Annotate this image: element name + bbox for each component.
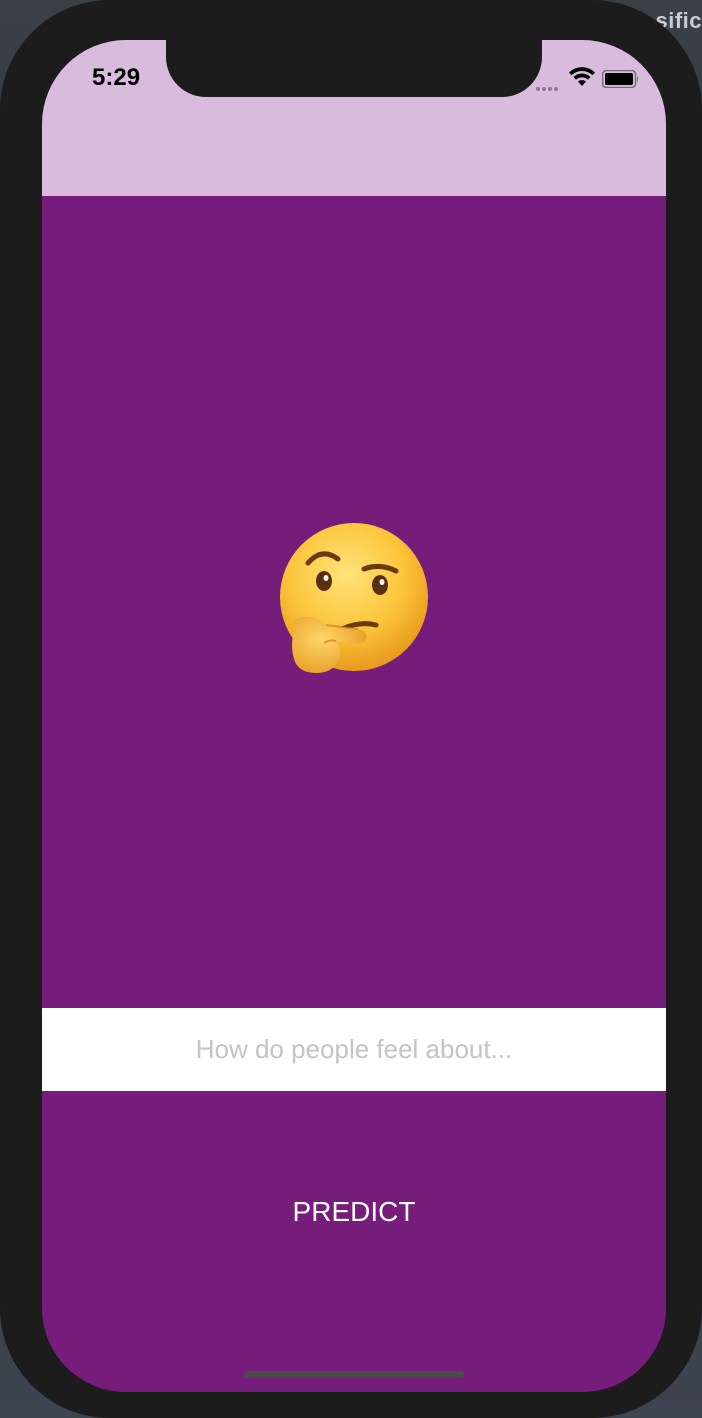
thinking-face-icon: [280, 523, 428, 673]
device-notch: [166, 40, 542, 97]
predict-button[interactable]: PREDICT: [254, 1187, 454, 1237]
status-time: 5:29: [92, 64, 141, 91]
bottom-action-area: PREDICT: [42, 1091, 666, 1392]
device-frame: 5:29 How do people feel about... PREDICT: [0, 0, 702, 1418]
home-indicator[interactable]: [244, 1371, 464, 1378]
app-screen: 5:29 How do people feel about... PREDICT: [42, 40, 666, 1392]
signal-dots-icon: [536, 78, 560, 91]
query-input[interactable]: [42, 1008, 666, 1091]
main-content-area: [42, 196, 666, 1008]
query-input-bar: [42, 1008, 666, 1091]
battery-icon: [602, 70, 639, 88]
wifi-icon: [569, 67, 595, 86]
